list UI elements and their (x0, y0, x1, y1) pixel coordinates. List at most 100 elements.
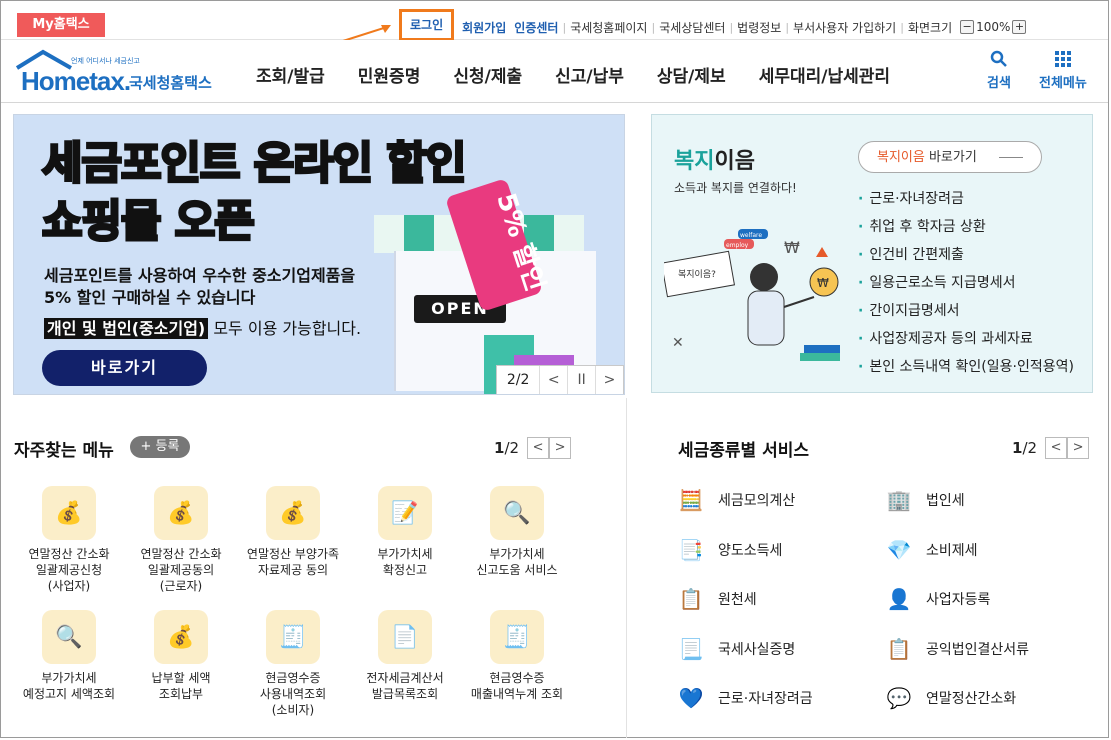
nts-homepage-link[interactable]: 국세청홈페이지 (566, 19, 651, 36)
tax-services-next-button[interactable]: > (1067, 437, 1090, 459)
favorite-menu-label: 부가가치세 (41, 671, 97, 685)
tax-services-page-current: 1 (1012, 439, 1023, 457)
favorite-menu-item[interactable]: 🔍 부가가치세 예정고지 세액조회 (13, 610, 125, 702)
clipboard-check-icon: 📋 (886, 636, 912, 661)
document-search-icon: 🔍 (490, 486, 544, 540)
favorite-menu-item[interactable]: 💰 연말정산 간소화 일괄제공신청 (사업자) (13, 486, 125, 594)
welfare-link[interactable]: 간이지급명세서 (858, 297, 1074, 325)
cert-center-link[interactable]: 인증센터 (510, 19, 562, 36)
banner-description: 세금포인트를 사용하여 우수한 중소기업제품을 5% 할인 구매하실 수 있습니… (44, 265, 355, 309)
my-hometax-button[interactable]: My홈택스 (17, 13, 105, 37)
tax-service-item[interactable]: 💬 연말정산간소화 (884, 683, 1017, 713)
certificate-icon: 📃 (678, 636, 704, 661)
salary-document-icon: 📋 (678, 587, 704, 611)
welfare-link[interactable]: 본인 소득내역 확인(일용·인적용역) (858, 353, 1074, 381)
favorite-menu-label: 신고도움 서비스 (476, 563, 558, 577)
tax-service-item[interactable]: 📋 원천세 (676, 584, 757, 614)
welfare-link[interactable]: 근로·자녀장려금 (858, 185, 1074, 213)
nav-apply-submit[interactable]: 신청/제출 (453, 62, 522, 87)
arrow-line-icon (999, 157, 1023, 158)
logo-tagline: 언제 어디서나 세금신고 (71, 57, 140, 65)
zoom-value: 100% (976, 20, 1011, 34)
favorite-menu-label: 전자세금계산서 (366, 671, 444, 685)
favorite-menu-item[interactable]: 📄 전자세금계산서 발급목록조회 (349, 610, 461, 702)
global-nav: 조회/발급 민원증명 신청/제출 신고/납부 상담/제보 세무대리/납세관리 (256, 62, 923, 87)
favorite-menu-item[interactable]: 📝 부가가치세 확정신고 (349, 486, 461, 578)
favorite-menu-item[interactable]: 🧾 현금영수증 사용내역조회 (소비자) (237, 610, 349, 718)
favorites-register-button[interactable]: + 등록 (130, 436, 190, 458)
zoom-in-button[interactable]: + (1012, 20, 1027, 34)
favorites-title: 자주찾는 메뉴 (14, 441, 114, 461)
calculator-icon: 🧮 (678, 488, 704, 512)
tax-service-item[interactable]: 📃 국세사실증명 (676, 634, 796, 664)
favorite-menu-label: (근로자) (159, 579, 203, 593)
search-button[interactable]: 검색 (987, 50, 1011, 91)
tax-service-label: 소비제세 (926, 542, 978, 559)
nav-report-pay[interactable]: 신고/납부 (555, 62, 624, 87)
all-menu-button[interactable]: 전체메뉴 (1039, 50, 1087, 91)
nav-inquiry-issuance[interactable]: 조회/발급 (256, 62, 325, 87)
heart-hands-icon: 💙 (678, 686, 704, 710)
favorite-menu-label: 납부할 세액 (151, 671, 211, 685)
all-menu-label: 전체메뉴 (1039, 76, 1087, 91)
welfare-link[interactable]: 취업 후 학자금 상환 (858, 213, 1074, 241)
dept-user-signup-link[interactable]: 부서사용자 가입하기 (789, 19, 900, 36)
vat-icon: 📝 (378, 486, 432, 540)
section-divider (626, 398, 627, 738)
receipt-search-icon: 🧾 (266, 610, 320, 664)
favorite-menu-item[interactable]: 🔍 부가가치세 신고도움 서비스 (461, 486, 573, 578)
money-bag-icon: 💰 (154, 610, 208, 664)
banner-go-button[interactable]: 바로가기 (42, 350, 207, 386)
tax-service-item[interactable]: 📋 공익법인결산서류 (884, 634, 1030, 664)
tax-service-item[interactable]: 🧮 세금모의계산 (676, 485, 796, 515)
favorite-menu-item[interactable]: 💰 연말정산 부양가족 자료제공 동의 (237, 486, 349, 578)
banner-pause-button[interactable]: II (567, 366, 595, 394)
building-icon: 🏢 (886, 488, 912, 512)
favorite-menu-item[interactable]: 🧾 현금영수증 매출내역누계 조회 (461, 610, 573, 702)
favorite-menu-label: 현금영수증 (489, 671, 545, 685)
tax-service-item[interactable]: 👤 사업자등록 (884, 584, 991, 614)
signup-link[interactable]: 회원가입 (458, 19, 510, 36)
favorite-menu-item[interactable]: 💰 납부할 세액 조회납부 (125, 610, 237, 702)
tax-service-item[interactable]: 💎 소비제세 (884, 535, 978, 565)
favorites-next-button[interactable]: > (549, 437, 572, 459)
zoom-out-button[interactable]: − (960, 20, 975, 34)
logo-wordmark: Hometax. (21, 66, 131, 96)
nav-tax-agent[interactable]: 세무대리/납세관리 (759, 62, 890, 87)
tax-consult-center-link[interactable]: 국세상담센터 (655, 19, 729, 36)
welfare-title: 복지이음 (674, 143, 755, 175)
welfare-link[interactable]: 인건비 간편제출 (858, 241, 1074, 269)
welfare-link[interactable]: 사업장제공자 등의 과세자료 (858, 325, 1074, 353)
promo-banner[interactable]: OPEN 5% 할인 세금포인트 온라인 할인 쇼핑몰 오픈 세금포인트를 사용… (13, 114, 625, 395)
tax-service-label: 양도소득세 (718, 542, 783, 559)
tax-services-prev-button[interactable]: < (1045, 437, 1068, 459)
banner-prev-button[interactable]: < (539, 366, 567, 394)
banner-highlight-text: 개인 및 법인(중소기업) (44, 318, 209, 339)
tax-service-label: 연말정산간소화 (926, 691, 1017, 707)
favorite-menu-label: 매출내역누계 조회 (470, 687, 564, 701)
welfare-link[interactable]: 일용근로소득 지급명세서 (858, 269, 1074, 297)
banner-next-button[interactable]: > (595, 366, 623, 394)
tax-services-page-indicator: 1/2 (1012, 439, 1037, 457)
favorite-menu-item[interactable]: 💰 연말정산 간소화 일괄제공동의 (근로자) (125, 486, 237, 594)
tax-services-title: 세금종류별 서비스 (678, 441, 810, 461)
screen-size-label: 화면크기 (907, 20, 953, 35)
tax-service-item[interactable]: 🏢 법인세 (884, 485, 965, 515)
favorites-prev-button[interactable]: < (527, 437, 550, 459)
login-link[interactable]: 로그인 (399, 9, 455, 41)
favorite-menu-label: 확정신고 (382, 563, 428, 577)
tax-services-pager: 1/2 < > (1012, 437, 1090, 459)
banner-desc-rest: 모두 이용 가능합니다. (208, 319, 362, 338)
nav-consult-report[interactable]: 상담/제보 (657, 62, 726, 87)
tax-service-label: 원천세 (718, 592, 757, 608)
tax-service-item[interactable]: 💙 근로·자녀장려금 (676, 683, 813, 713)
hometax-logo[interactable]: 언제 어디서나 세금신고 Hometax. 국세청홈택스 (13, 46, 253, 98)
law-info-link[interactable]: 법령정보 (733, 19, 785, 36)
nav-civil-certificate[interactable]: 민원증명 (358, 62, 421, 87)
banner-pager: 2/2 < II > (496, 365, 624, 394)
welfare-go-button[interactable]: 복지이음 바로가기 (858, 141, 1042, 173)
money-bag-icon: 💰 (266, 486, 320, 540)
tax-service-item[interactable]: 📑 양도소득세 (676, 535, 783, 565)
svg-text:✕: ✕ (672, 335, 684, 351)
tax-service-label: 근로·자녀장려금 (718, 691, 813, 707)
